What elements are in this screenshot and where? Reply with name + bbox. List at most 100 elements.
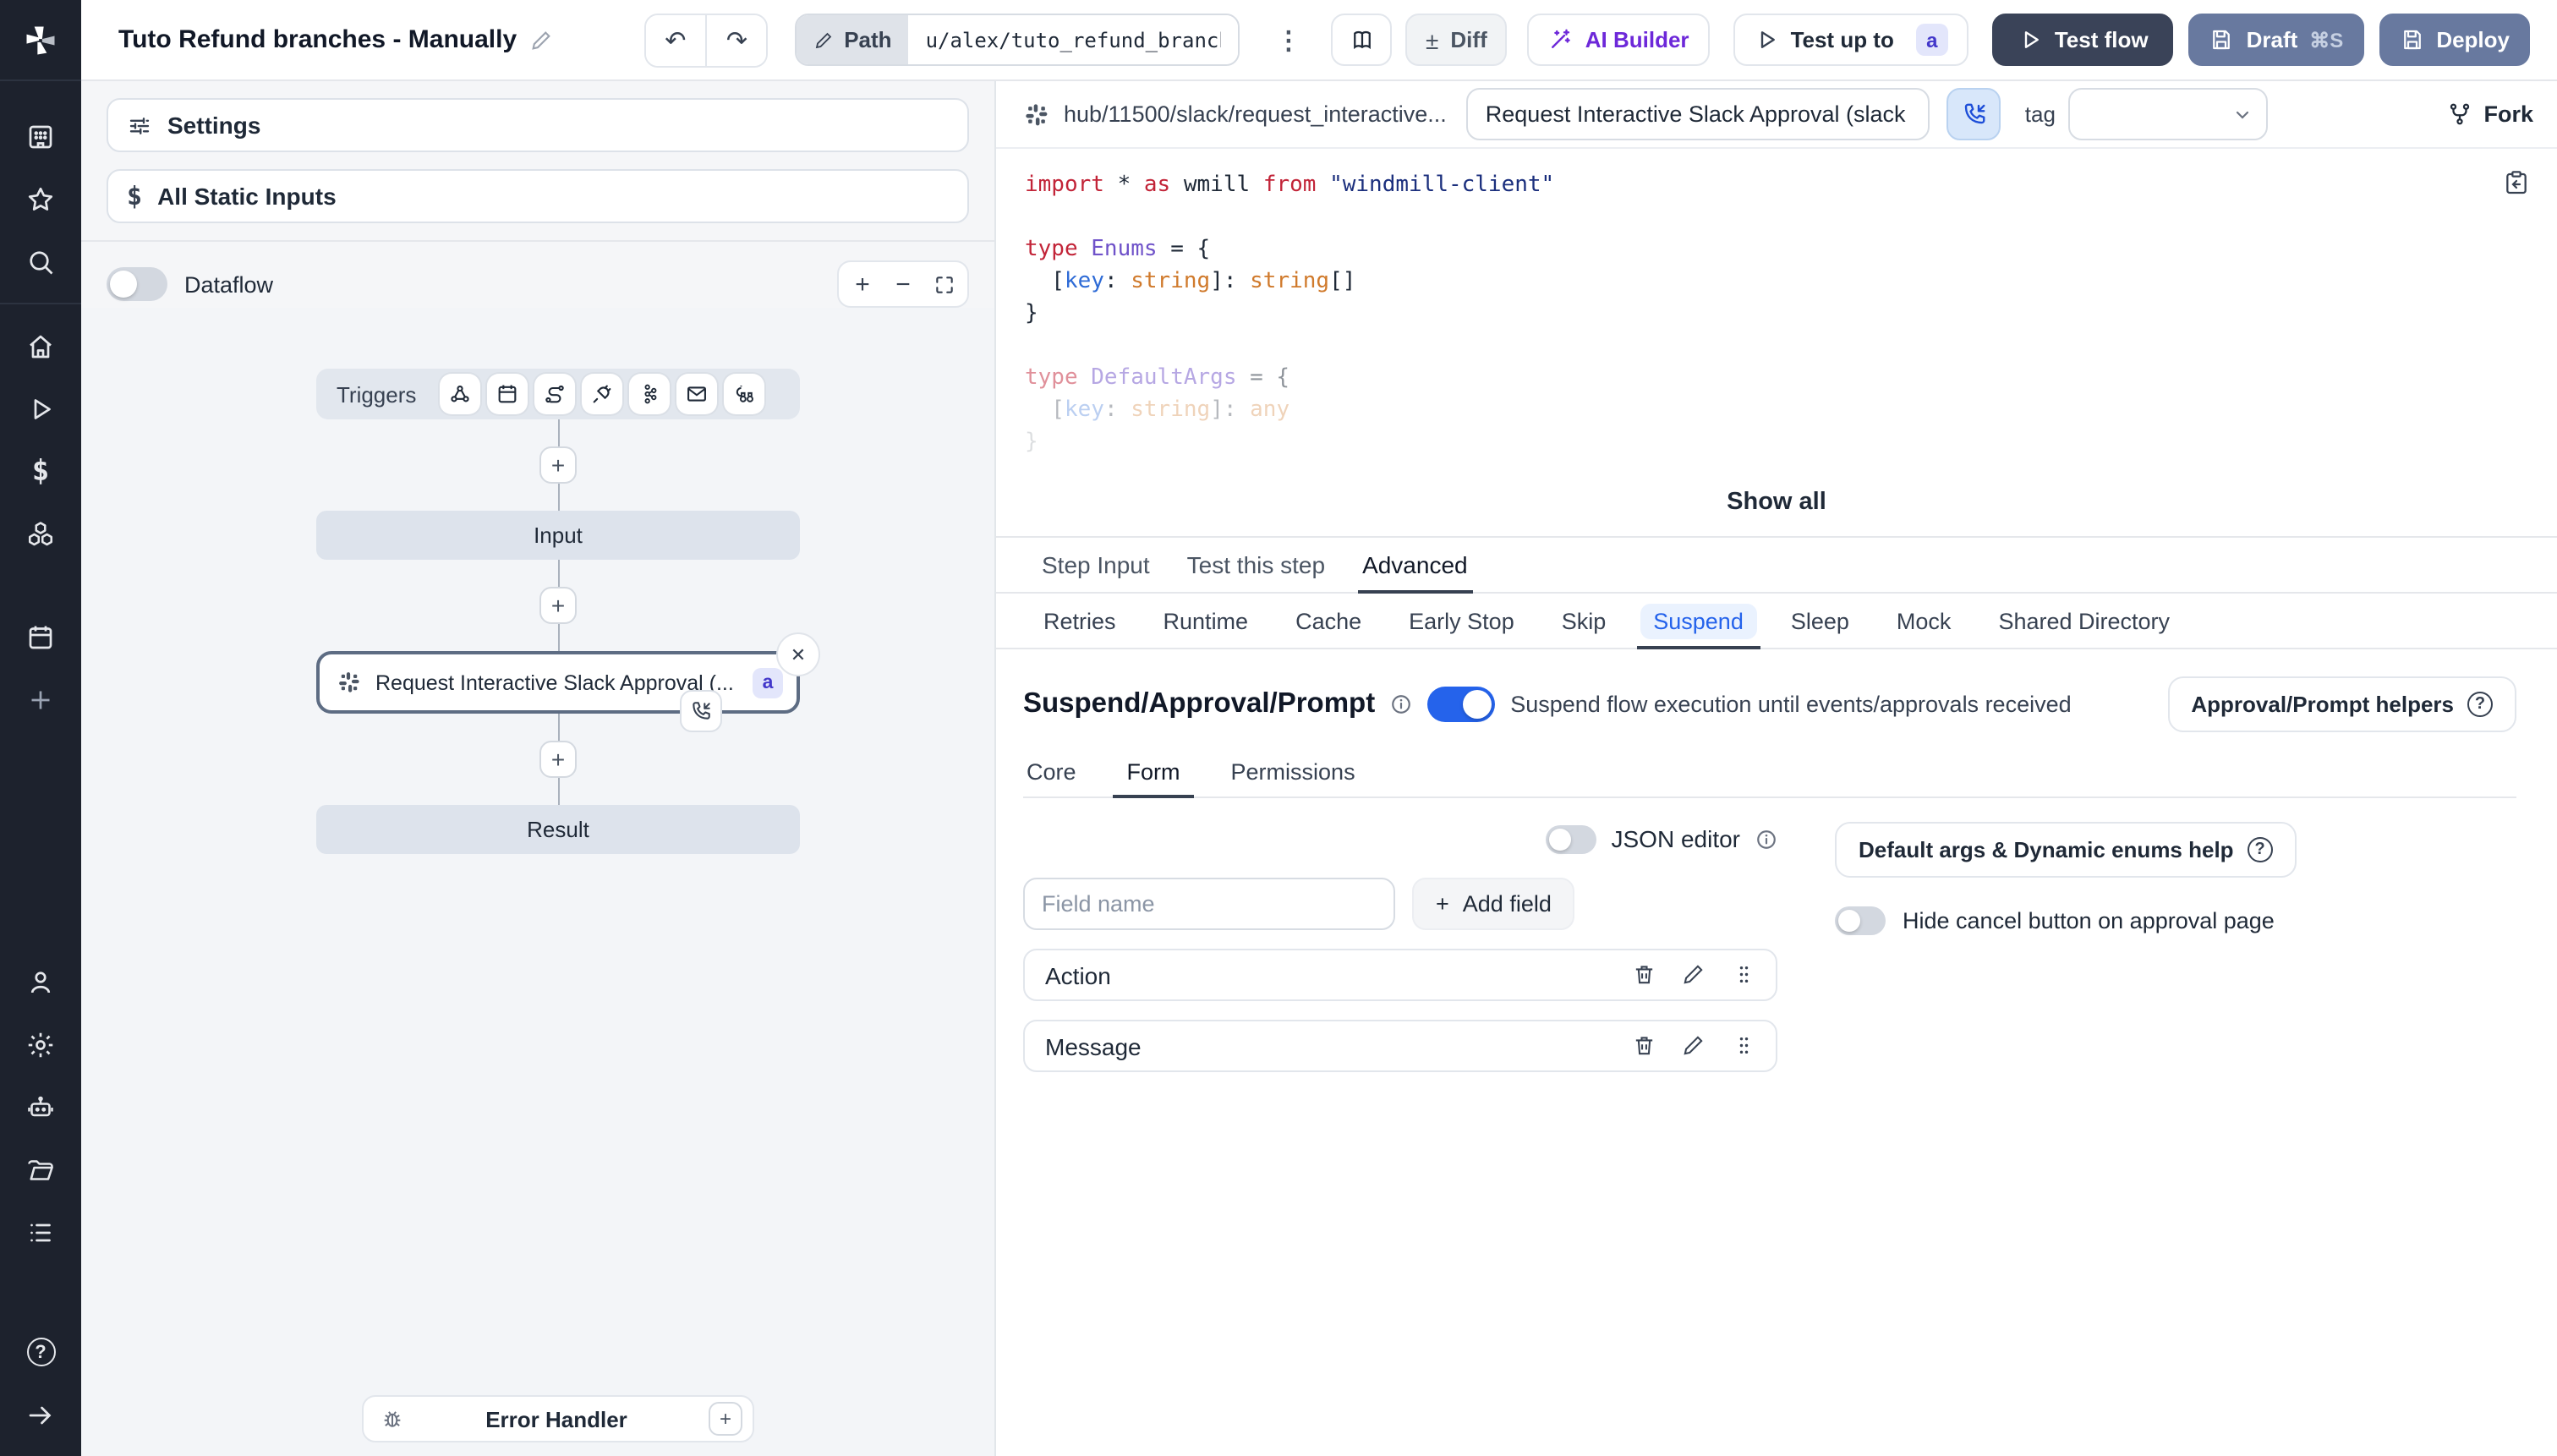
hub-script-path[interactable]: hub/11500/slack/request_interactive... [1064,101,1447,127]
postgres-trigger-icon[interactable] [724,374,765,414]
tab-advanced[interactable]: Advanced [1344,538,1487,594]
flow-settings-button[interactable]: Settings [107,98,969,152]
tab-test-this-step[interactable]: Test this step [1169,538,1344,592]
ai-builder-button[interactable]: AI Builder [1527,14,1710,66]
triggers-node[interactable]: Triggers [316,369,800,419]
zoom-out-button[interactable]: − [883,265,923,303]
step-summary-input[interactable] [1466,88,1930,140]
flow-canvas[interactable]: Triggers + Input + Request Interactive S… [81,308,994,1456]
favorites-star-icon[interactable] [0,167,81,230]
delete-field-icon[interactable] [1631,963,1656,988]
variables-icon[interactable]: $ [0,440,81,502]
apps-icon[interactable] [0,105,81,167]
tag-select[interactable] [2068,88,2269,140]
form-field-row-action[interactable]: Action [1023,949,1777,1001]
delete-step-button[interactable]: ✕ [776,632,820,676]
subtab-shared-directory[interactable]: Shared Directory [1978,594,2190,648]
expand-sidebar-icon[interactable] [0,1383,81,1446]
subtab-cache[interactable]: Cache [1275,594,1382,648]
home-icon[interactable] [0,315,81,377]
http-route-trigger-icon[interactable] [534,374,576,414]
edit-field-icon[interactable] [1681,1034,1706,1059]
email-trigger-icon[interactable] [676,374,718,414]
tab-step-input[interactable]: Step Input [1023,538,1169,592]
all-static-inputs-button[interactable]: $ All Static Inputs [107,169,969,223]
copy-code-button[interactable] [2503,169,2530,206]
zoom-in-button[interactable]: + [842,265,883,303]
info-icon[interactable] [1755,828,1777,850]
path-input[interactable] [908,15,1238,64]
redo-button[interactable]: ↷ [705,14,767,65]
subtab-retries[interactable]: Retries [1023,594,1136,648]
code-editor[interactable]: import * as wmill from "windmill-client"… [996,149,2557,538]
info-icon[interactable] [1390,693,1412,715]
delete-field-icon[interactable] [1631,1034,1656,1059]
settings-gear-icon[interactable] [0,1013,81,1076]
fit-view-button[interactable] [923,265,964,303]
drag-handle-icon[interactable] [1731,1034,1755,1059]
fork-button[interactable]: Fork [2446,101,2533,127]
path-label[interactable]: Path [797,15,909,64]
slack-approval-step-node[interactable]: Request Interactive Slack Approval (... … [316,632,820,732]
insert-step-button[interactable]: + [539,741,577,778]
test-up-to-button[interactable]: Test up to a [1733,14,1968,66]
hide-cancel-toggle[interactable] [1835,906,1886,935]
schedules-icon[interactable] [0,605,81,668]
bug-icon [384,1411,401,1427]
runs-icon[interactable] [0,377,81,440]
insert-step-button[interactable]: + [539,446,577,484]
error-handler-node[interactable]: Error Handler + [362,1395,754,1442]
diff-icon: ± [1426,26,1439,53]
dataflow-label: Dataflow [184,271,274,297]
add-field-button[interactable]: + Add field [1412,878,1575,930]
subtab-skip[interactable]: Skip [1541,594,1627,648]
subtab-suspend[interactable]: Suspend [1633,594,1764,649]
user-icon[interactable] [0,950,81,1013]
windmill-logo[interactable] [0,0,81,81]
diff-button[interactable]: ± Diff [1405,14,1508,66]
json-editor-toggle[interactable] [1545,824,1596,853]
search-icon[interactable] [0,230,81,293]
websocket-trigger-icon[interactable] [582,374,623,414]
tab-form[interactable]: Form [1113,749,1193,798]
folders-icon[interactable] [0,1138,81,1201]
help-icon[interactable]: ? [0,1321,81,1383]
suspend-enabled-toggle[interactable] [1427,687,1496,722]
kafka-trigger-icon[interactable] [629,374,671,414]
advanced-subtabs: Retries Runtime Cache Early Stop Skip Su… [996,594,2557,649]
field-name-input[interactable] [1023,878,1395,930]
add-menu-icon[interactable] [0,668,81,731]
audit-logs-icon[interactable] [0,1201,81,1263]
suspend-phone-button[interactable] [1946,88,2001,140]
schedule-trigger-icon[interactable] [487,374,528,414]
result-node[interactable]: Result [316,805,800,854]
approval-prompt-helpers-button[interactable]: Approval/Prompt helpers ? [2167,676,2516,732]
edit-field-icon[interactable] [1681,963,1706,988]
sidebar-divider [0,303,81,304]
workers-robot-icon[interactable] [0,1076,81,1138]
default-args-help-button[interactable]: Default args & Dynamic enums help ? [1835,822,2297,878]
save-icon [2213,30,2231,50]
test-flow-button[interactable]: Test flow [1991,14,2174,66]
dataflow-toggle[interactable] [107,267,167,301]
subtab-mock[interactable]: Mock [1876,594,1972,648]
add-error-handler-button[interactable]: + [709,1402,742,1436]
undo-button[interactable]: ↶ [645,14,706,65]
tab-core[interactable]: Core [1023,749,1080,796]
deploy-button[interactable]: Deploy [2379,14,2530,66]
drag-handle-icon[interactable] [1731,963,1755,988]
subtab-runtime[interactable]: Runtime [1143,594,1269,648]
edit-title-icon[interactable] [528,28,552,52]
more-menu-button[interactable]: ⋮ [1273,25,1304,55]
show-all-button[interactable]: Show all [996,487,2557,519]
input-node[interactable]: Input [316,511,800,560]
webhook-trigger-icon[interactable] [440,374,481,414]
subtab-early-stop[interactable]: Early Stop [1388,594,1535,648]
insert-step-button[interactable]: + [539,587,577,624]
tab-permissions[interactable]: Permissions [1228,749,1359,796]
draft-button[interactable]: Draft ⌘S [2188,14,2364,66]
subtab-sleep[interactable]: Sleep [1771,594,1870,648]
form-field-row-message[interactable]: Message [1023,1020,1777,1072]
resources-icon[interactable] [0,502,81,565]
docs-button[interactable] [1331,14,1393,66]
